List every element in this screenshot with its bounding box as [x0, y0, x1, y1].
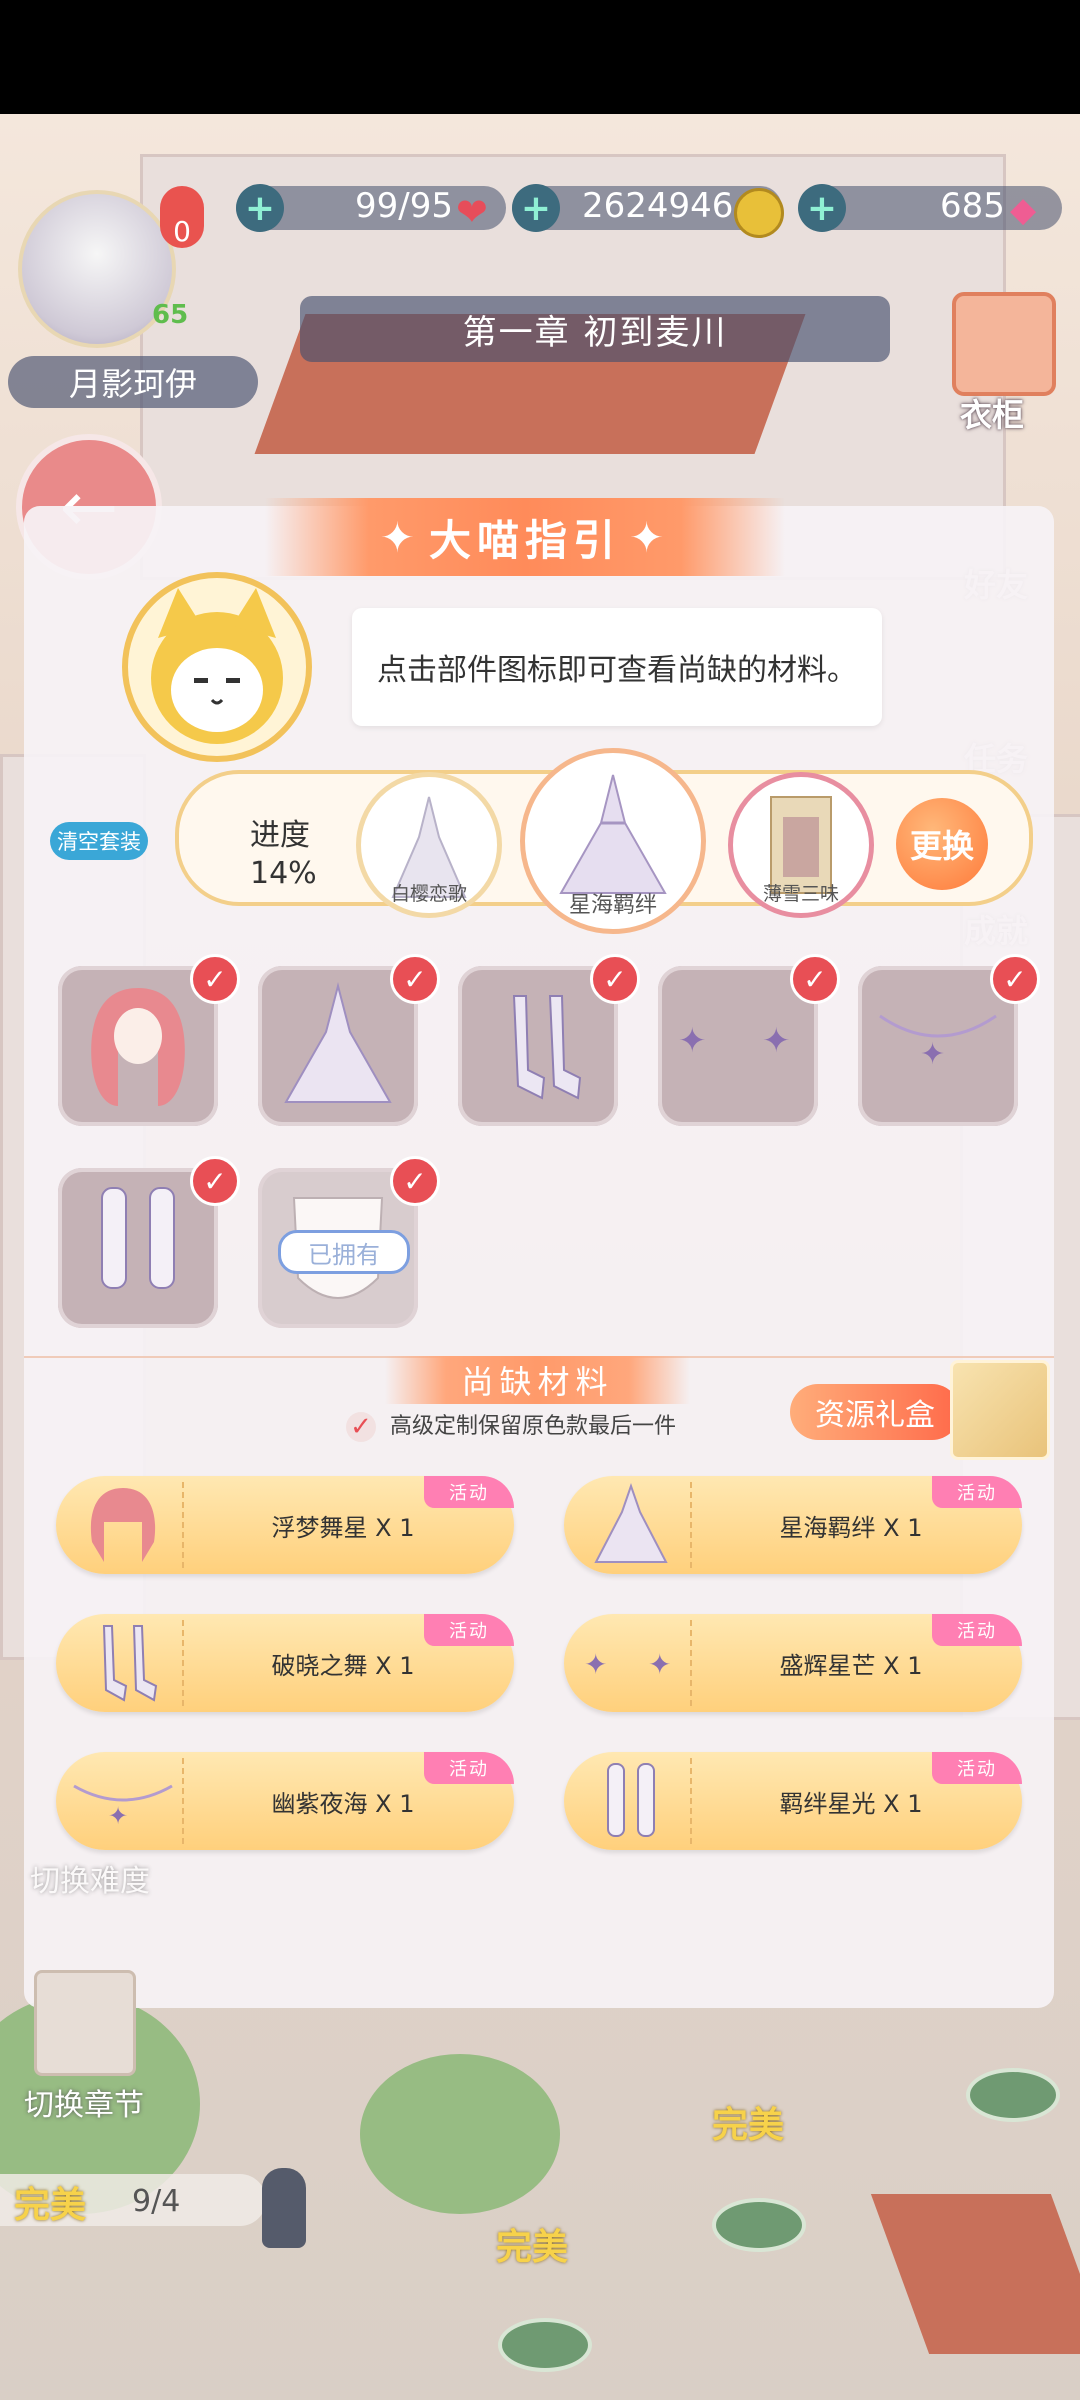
gift-box-icon[interactable] — [950, 1360, 1050, 1460]
stage-node-perfect-1[interactable]: 完美 — [712, 2096, 784, 2148]
dialog-title-text: 大喵指引 — [428, 515, 621, 565]
stage-node-2[interactable] — [498, 2318, 592, 2372]
title-star-left-icon: ✦ — [379, 512, 421, 562]
outfit-option-2-selected[interactable]: 星海羁绊 — [520, 748, 706, 934]
material-item-6[interactable]: 羁绊星光 X 1 活动 — [564, 1752, 1022, 1850]
material-thumb-hair-icon — [64, 1482, 184, 1568]
wardrobe-icon[interactable] — [952, 292, 1056, 396]
progress-label: 进度 — [250, 818, 310, 853]
coins-value: 2624946 — [582, 186, 734, 226]
item-shoes-check-icon: ✓ — [590, 954, 640, 1004]
material-thumb-gloves-icon — [572, 1758, 692, 1844]
heart-icon: ❤ — [456, 190, 488, 234]
missing-materials-title: 尚缺材料 — [385, 1356, 690, 1404]
keep-original-checkbox[interactable]: ✓ — [346, 1412, 376, 1442]
stage-count: 9/4 — [132, 2184, 181, 2219]
vip-value: 0 — [173, 215, 191, 248]
perfect-label: 完美 — [14, 2185, 87, 2226]
add-stamina-button[interactable]: + — [236, 184, 284, 232]
cat-mascot-icon — [151, 588, 283, 744]
material-item-5[interactable]: ✦ 幽紫夜海 X 1 活动 — [56, 1752, 514, 1850]
hint-bubble: 点击部件图标即可查看尚缺的材料。 — [352, 608, 882, 726]
coin-icon — [734, 188, 784, 238]
outfit-option-1[interactable]: 白樱恋歌 — [356, 772, 502, 918]
swap-outfit-button[interactable]: 更换 — [896, 798, 988, 890]
svg-text:✦: ✦ — [762, 1021, 791, 1061]
player-chibi-character — [262, 2168, 306, 2248]
stamina-value: 99/95 — [355, 186, 453, 226]
player-level: 65 — [152, 300, 189, 330]
svg-text:✦: ✦ — [584, 1648, 607, 1681]
material-item-1[interactable]: 浮梦舞星 X 1 活动 — [56, 1476, 514, 1574]
svg-text:✦: ✦ — [648, 1648, 671, 1681]
item-gloves-check-icon: ✓ — [190, 1156, 240, 1206]
resource-gift-button[interactable]: 资源礼盒 — [790, 1384, 960, 1440]
material-thumb-dress-icon — [572, 1482, 692, 1568]
clear-outfit-button[interactable]: 清空套装 — [50, 822, 148, 860]
progress-value: 14% — [250, 856, 317, 891]
wardrobe-label[interactable]: 衣柜 — [960, 390, 1024, 436]
outfit-name-2: 星海羁绊 — [568, 893, 657, 918]
item-earrings-check-icon: ✓ — [790, 954, 840, 1004]
add-diamonds-button[interactable]: + — [798, 184, 846, 232]
vip-badge: 0 — [160, 186, 204, 248]
material-thumb-shoes-icon — [64, 1620, 184, 1706]
item-necklace-check-icon: ✓ — [990, 954, 1040, 1004]
stage-node-1[interactable] — [712, 2198, 806, 2252]
material-thumb-earrings-icon: ✦ ✦ — [572, 1620, 692, 1706]
switch-difficulty-label[interactable]: 切换难度 — [30, 1856, 150, 1900]
diamond-icon: ◆ — [1010, 190, 1037, 230]
player-name: 月影珂伊 — [8, 356, 258, 408]
stage-node-perfect-2[interactable]: 完美 — [496, 2218, 568, 2270]
material-item-4[interactable]: ✦ ✦ 盛辉星芒 X 1 活动 — [564, 1614, 1022, 1712]
svg-text:✦: ✦ — [920, 1037, 945, 1072]
material-thumb-necklace-icon: ✦ — [64, 1758, 184, 1844]
outfit-option-3[interactable]: 薄雪三味 — [728, 772, 874, 918]
title-star-right-icon: ✦ — [629, 512, 671, 562]
material-item-3[interactable]: 破晓之舞 X 1 活动 — [56, 1614, 514, 1712]
switch-chapter-button[interactable] — [34, 1970, 136, 2076]
item-hair-check-icon: ✓ — [190, 954, 240, 1004]
cat-mascot-avatar — [122, 572, 312, 762]
outfit-name-1: 白樱恋歌 — [390, 883, 467, 905]
svg-text:✦: ✦ — [108, 1802, 128, 1830]
svg-text:✦: ✦ — [678, 1021, 707, 1061]
keep-original-label: 高级定制保留原色款最后一件 — [390, 1414, 677, 1439]
item-face-check-icon: ✓ — [390, 1156, 440, 1206]
stage-node-3[interactable] — [966, 2068, 1060, 2122]
item-dress-check-icon: ✓ — [390, 954, 440, 1004]
diamonds-value: 685 — [940, 186, 1005, 226]
material-item-2[interactable]: 星海羁绊 X 1 活动 — [564, 1476, 1022, 1574]
add-coins-button[interactable]: + — [512, 184, 560, 232]
outfit-name-3: 薄雪三味 — [762, 883, 839, 905]
chapter-title[interactable]: 第一章 初到麦川 — [300, 296, 890, 362]
owned-badge: 已拥有 — [278, 1230, 410, 1274]
switch-chapter-label[interactable]: 切换章节 — [24, 2080, 144, 2124]
dialog-title: ✦ 大喵指引 ✦ — [265, 498, 785, 576]
